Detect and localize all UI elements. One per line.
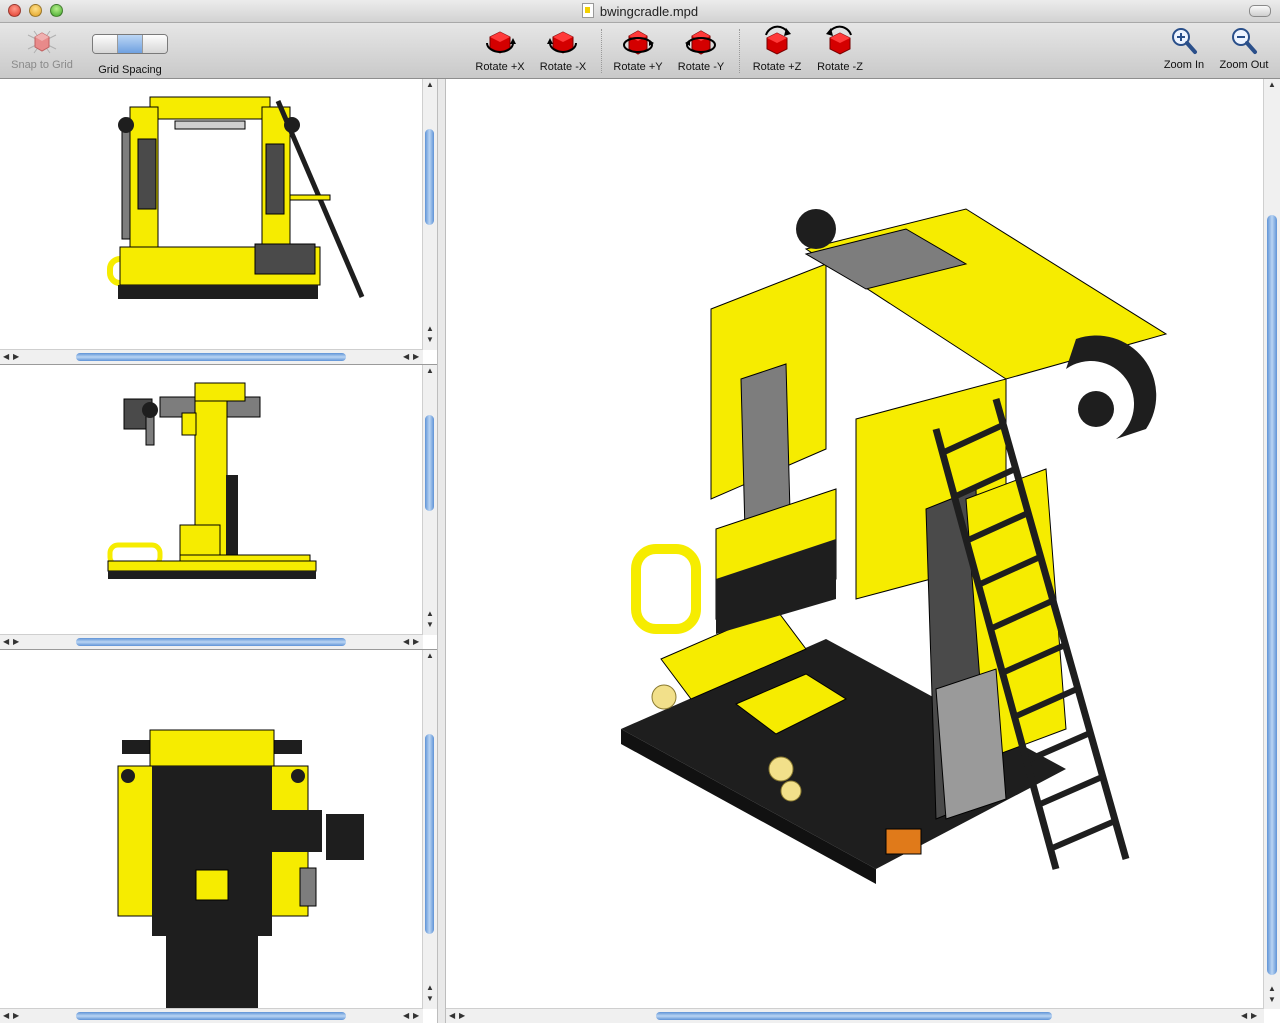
- scroll-right-arrow[interactable]: ▶: [459, 1011, 465, 1021]
- scroll-thumb[interactable]: [425, 129, 434, 225]
- scroll-left-arrow[interactable]: ◀: [403, 1011, 409, 1021]
- main-3d-model: [621, 208, 1168, 884]
- scroll-thumb[interactable]: [1267, 215, 1277, 975]
- rotate-minus-x-button[interactable]: Rotate -X: [533, 25, 593, 73]
- rotate-brick-icon: [547, 31, 577, 54]
- rotate-brick-icon: [486, 31, 516, 54]
- scroll-up-arrow[interactable]: ▲: [426, 80, 434, 90]
- scroll-left-arrow[interactable]: ◀: [3, 637, 9, 647]
- scroll-left-arrow[interactable]: ◀: [3, 1011, 9, 1021]
- rotate-minus-y-button[interactable]: Rotate -Y: [671, 25, 731, 73]
- scroll-right-arrow[interactable]: ▶: [413, 637, 419, 647]
- zoom-out-button[interactable]: Zoom Out: [1214, 25, 1274, 71]
- rotate-plus-z-button[interactable]: Rotate +Z: [747, 25, 807, 73]
- top-view-horizontal-scrollbar[interactable]: ◀ ▶ ◀ ▶: [0, 1008, 423, 1023]
- scroll-up-arrow[interactable]: ▲: [426, 651, 434, 661]
- scroll-down-arrow[interactable]: ▼: [426, 994, 434, 1004]
- front-view-vertical-scrollbar[interactable]: ▲ ▲ ▼: [422, 79, 437, 350]
- scroll-left-arrow[interactable]: ◀: [1241, 1011, 1247, 1021]
- scroll-thumb[interactable]: [425, 734, 434, 934]
- grid-fine-segment[interactable]: [93, 35, 118, 53]
- rotate-plus-z-label: Rotate +Z: [752, 61, 802, 73]
- rotate-minus-x-label: Rotate -X: [539, 61, 587, 73]
- scroll-thumb[interactable]: [76, 638, 346, 646]
- grid-spacing-segmented[interactable]: [92, 34, 168, 54]
- scroll-up-arrow[interactable]: ▲: [426, 366, 434, 376]
- grid-spacing-label: Grid Spacing: [98, 64, 162, 76]
- magnifier-minus-icon: [1232, 28, 1257, 54]
- scroll-right-arrow[interactable]: ▶: [13, 352, 19, 362]
- rotate-brick-icon: [685, 30, 716, 55]
- scroll-left-arrow[interactable]: ◀: [449, 1011, 455, 1021]
- scroll-down-arrow[interactable]: ▼: [1268, 995, 1276, 1005]
- rotate-brick-icon: [765, 25, 791, 55]
- rotate-plus-x-label: Rotate +X: [475, 61, 525, 73]
- front-view-horizontal-scrollbar[interactable]: ◀ ▶ ◀ ▶: [0, 349, 423, 364]
- grid-medium-segment[interactable]: [118, 35, 143, 53]
- zoom-in-label: Zoom In: [1163, 59, 1205, 71]
- toolbar-toggle-button[interactable]: [1249, 5, 1271, 17]
- toolbar: Snap to Grid Grid Spacing Rotate +X Rota…: [0, 23, 1280, 79]
- toolbar-separator: [601, 29, 602, 73]
- scroll-thumb[interactable]: [656, 1012, 1052, 1020]
- toolbar-separator: [739, 29, 740, 73]
- window-titlebar: bwingcradle.mpd: [0, 0, 1280, 23]
- grid-coarse-segment[interactable]: [143, 35, 167, 53]
- scroll-up-arrow[interactable]: ▲: [1268, 984, 1276, 994]
- side-view-model: [107, 382, 317, 579]
- snap-grid-brick-icon: [27, 30, 57, 54]
- top-view-vertical-scrollbar[interactable]: ▲ ▲ ▼: [422, 650, 437, 1009]
- front-view-viewport[interactable]: ▲ ▲ ▼ ◀ ▶ ◀ ▶: [0, 79, 437, 365]
- scroll-up-arrow[interactable]: ▲: [426, 983, 434, 993]
- snap-to-grid-label: Snap to Grid: [11, 59, 73, 71]
- main-3d-viewport[interactable]: ▲ ▲ ▼ ◀ ▶ ◀ ▶: [446, 79, 1280, 1023]
- rotate-plus-y-label: Rotate +Y: [613, 61, 663, 73]
- rotate-brick-icon: [826, 25, 852, 55]
- grid-spacing-control[interactable]: Grid Spacing: [90, 25, 170, 76]
- main-horizontal-scrollbar[interactable]: ◀ ▶ ◀ ▶: [446, 1008, 1264, 1023]
- scroll-down-arrow[interactable]: ▼: [426, 335, 434, 345]
- side-view-vertical-scrollbar[interactable]: ▲ ▲ ▼: [422, 365, 437, 635]
- rotate-minus-y-label: Rotate -Y: [677, 61, 725, 73]
- window-title-text: bwingcradle.mpd: [599, 4, 699, 19]
- zoom-in-button[interactable]: Zoom In: [1158, 25, 1210, 71]
- main-vertical-scrollbar[interactable]: ▲ ▲ ▼: [1263, 79, 1280, 1009]
- side-view-viewport[interactable]: ▲ ▲ ▼ ◀ ▶ ◀ ▶: [0, 365, 437, 650]
- side-view-horizontal-scrollbar[interactable]: ◀ ▶ ◀ ▶: [0, 634, 423, 649]
- top-view-viewport[interactable]: ▲ ▲ ▼ ◀ ▶ ◀ ▶: [0, 650, 437, 1023]
- scroll-thumb[interactable]: [76, 353, 346, 361]
- snap-to-grid-button[interactable]: Snap to Grid: [6, 25, 78, 71]
- front-view-model: [107, 96, 365, 299]
- scroll-up-arrow[interactable]: ▲: [426, 324, 434, 334]
- scroll-right-arrow[interactable]: ▶: [413, 352, 419, 362]
- scroll-up-arrow[interactable]: ▲: [1268, 80, 1276, 90]
- scroll-right-arrow[interactable]: ▶: [13, 1011, 19, 1021]
- scroll-right-arrow[interactable]: ▶: [13, 637, 19, 647]
- scroll-left-arrow[interactable]: ◀: [3, 352, 9, 362]
- orthographic-views-pane: ▲ ▲ ▼ ◀ ▶ ◀ ▶ ▲ ▲ ▼ ◀ ▶ ◀ ▶ ▲ ▲ ▼ ◀ ▶ ◀ …: [0, 79, 437, 1023]
- scroll-right-arrow[interactable]: ▶: [413, 1011, 419, 1021]
- window-title: bwingcradle.mpd: [0, 3, 1280, 19]
- scroll-up-arrow[interactable]: ▲: [426, 609, 434, 619]
- magnifier-plus-icon: [1172, 28, 1197, 54]
- scroll-right-arrow[interactable]: ▶: [1251, 1011, 1257, 1021]
- pane-splitter[interactable]: [437, 79, 446, 1023]
- scroll-thumb[interactable]: [425, 415, 434, 511]
- document-icon: [581, 3, 594, 18]
- rotate-minus-z-button[interactable]: Rotate -Z: [810, 25, 870, 73]
- zoom-out-label: Zoom Out: [1219, 59, 1269, 71]
- scroll-down-arrow[interactable]: ▼: [426, 620, 434, 630]
- top-view-model: [117, 729, 364, 1009]
- rotate-minus-z-label: Rotate -Z: [817, 61, 863, 73]
- scroll-thumb[interactable]: [76, 1012, 346, 1020]
- rotate-plus-y-button[interactable]: Rotate +Y: [608, 25, 668, 73]
- rotate-brick-icon: [623, 30, 654, 55]
- scroll-left-arrow[interactable]: ◀: [403, 352, 409, 362]
- rotate-plus-x-button[interactable]: Rotate +X: [470, 25, 530, 73]
- scroll-left-arrow[interactable]: ◀: [403, 637, 409, 647]
